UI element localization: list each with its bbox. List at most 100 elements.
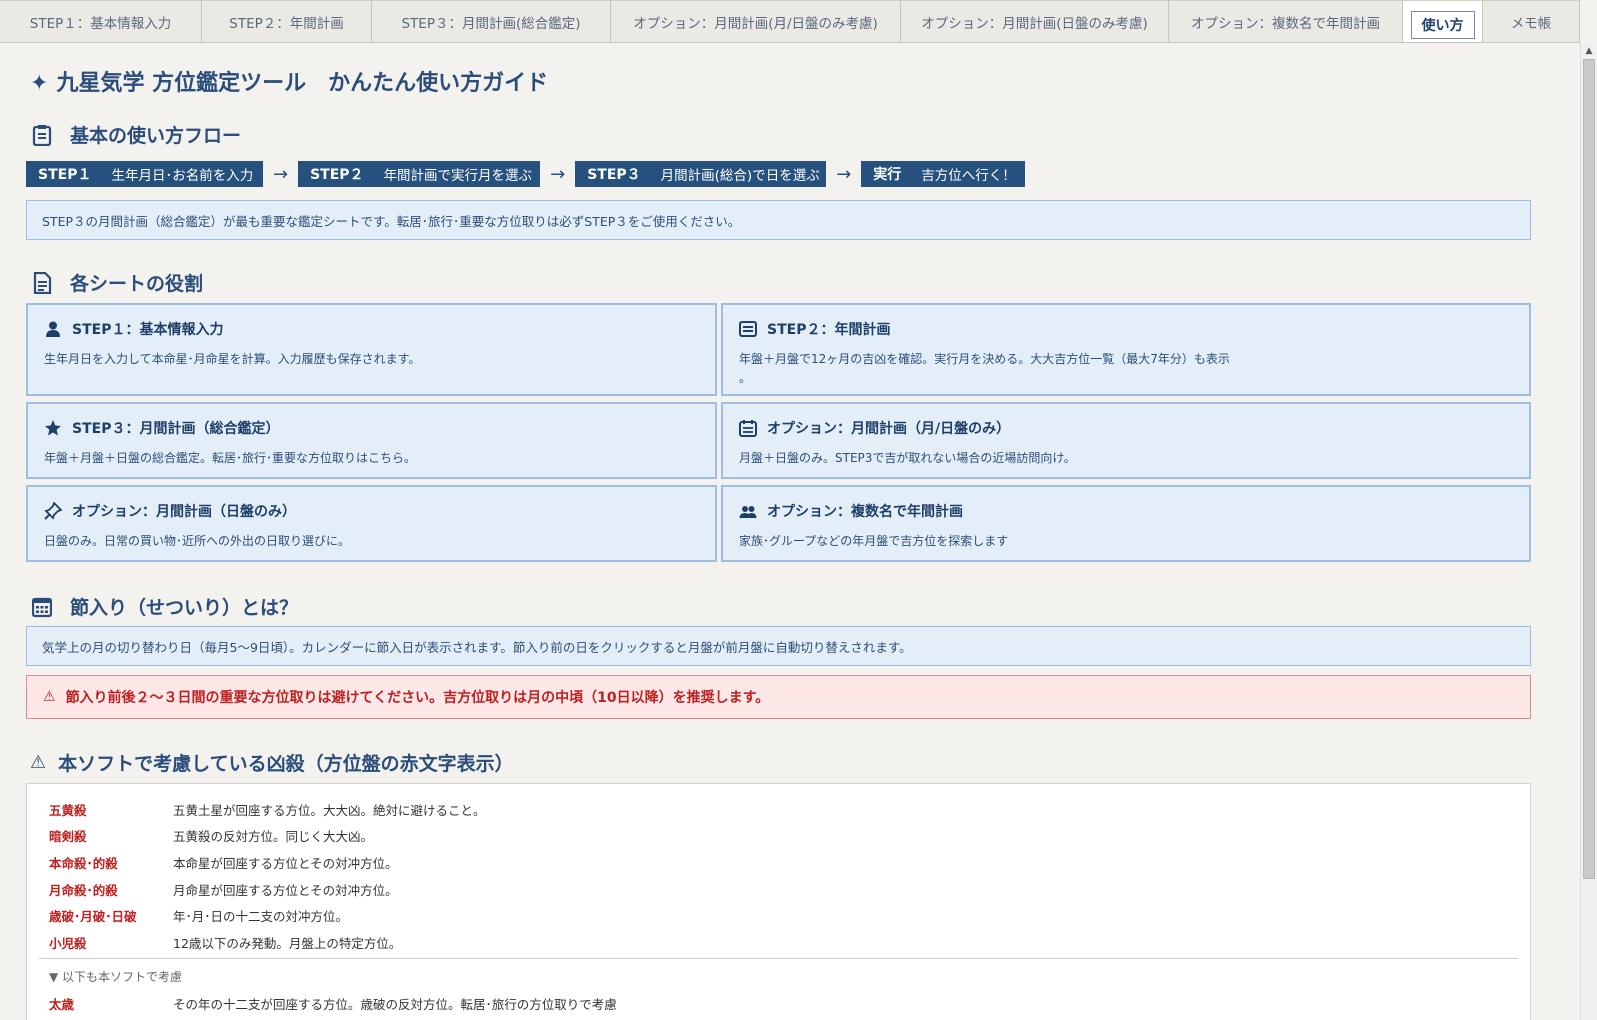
kyousatsu-name: 暗剣殺 [49,829,87,844]
flow-step-1: STEP１ 生年月日･お名前を入力 [26,161,263,187]
card-title: オプション：月間計画（月/日盤のみ） [739,418,1010,438]
step-tag: 実行 [873,167,902,183]
card-desc: 家族･グループなどの年月盤で吉方位を探索します [739,534,1009,548]
pin-icon [44,501,63,520]
list-item: 本命殺･的殺 本命星が回座する方位とその対冲方位。 [49,853,398,872]
card-desc: 年盤＋月盤で12ヶ月の吉凶を確認。実行月を決める。大大吉方位一覧（最大7年分）も… [739,352,1230,385]
page-title-text: 九星気学 方位鑑定ツール かんたん使い方ガイド [56,71,549,96]
step-tag: STEP１ [38,167,92,183]
arrow-right-icon: → [836,163,852,185]
card-title-text: STEP３：月間計画（総合鑑定） [72,421,280,437]
card-desc: 日盤のみ。日常の買い物･近所への外出の日取り選びに。 [44,534,351,548]
card-title: オプション：複数名で年間計画 [739,501,963,521]
step3-note: STEP３の月間計画（総合鑑定）が最も重要な鑑定シートです。転居･旅行･重要な方… [26,200,1531,240]
kyousatsu-name: 本命殺･的殺 [49,856,118,871]
vertical-scrollbar[interactable]: ▲ [1580,43,1597,1020]
expand-more-toggle[interactable]: ▼ 以下も本ソフトで考慮 [49,968,182,985]
divider [39,958,1518,959]
kyousatsu-desc: 五黄土星が回座する方位。大大凶。絶対に避けること。 [173,803,486,818]
card-title-text: オプション：月間計画（日盤のみ） [72,504,296,520]
card-desc: 年盤＋月盤＋日盤の総合鑑定。転居･旅行･重要な方位取りはこちら。 [44,451,417,465]
step-text: 月間計画(総合)で日を選ぶ [660,168,820,184]
section-title-text: 各シートの役割 [70,273,204,295]
setsuiri-warning: ⚠ 節入り前後２～３日間の重要な方位取りは避けてください。吉方位取りは月の中頃（… [26,675,1531,719]
scrollbar-thumb[interactable] [1583,59,1595,879]
kyousatsu-desc: 月命星が回座する方位とその対冲方位。 [173,883,398,898]
kyousatsu-desc: 年･月･日の十二支の対冲方位。 [173,909,349,924]
tab-memo[interactable]: メモ帳 [1483,0,1580,42]
warning-icon: ⚠ [43,689,56,705]
kyousatsu-name: 月命殺･的殺 [49,883,118,898]
arrow-right-icon: → [273,163,289,185]
tab-step1[interactable]: STEP１：基本情報入力 [0,0,202,42]
warning-icon: ⚠ [30,752,47,773]
list-icon [739,320,757,338]
setsuiri-section-title: 節入り（せついり）とは？ [31,593,299,620]
card-option-day: オプション：月間計画（日盤のみ） 日盤のみ。日常の買い物･近所への外出の日取り選… [26,485,717,562]
list-item: 月命殺･的殺 月命星が回座する方位とその対冲方位。 [49,880,398,899]
tab-howto[interactable]: 使い方 [1403,0,1483,42]
card-title-text: オプション：月間計画（月/日盤のみ） [767,421,1011,437]
card-step3: STEP３：月間計画（総合鑑定） 年盤＋月盤＋日盤の総合鑑定。転居･旅行･重要な… [26,402,717,479]
card-title: オプション：月間計画（日盤のみ） [44,501,296,521]
list-item: 小児殺 12歳以下のみ発動。月盤上の特定方位。 [49,933,401,952]
card-title: STEP２：年間計画 [739,319,890,339]
step-text: 吉方位へ行く！ [921,168,1016,184]
tab-label: オプション：月間計画(日盤のみ考慮) [921,15,1148,32]
step-text: 生年月日･お名前を入力 [111,168,254,184]
card-desc: 月盤＋日盤のみ。STEP3で吉が取れない場合の近場訪問向け。 [739,451,1076,465]
card-step1: STEP１：基本情報入力 生年月日を入力して本命星･月命星を計算。入力履歴も保存… [26,303,717,396]
tab-label: STEP３：月間計画(総合鑑定) [401,15,581,32]
star-icon [44,419,62,437]
tab-label: STEP２：年間計画 [229,15,344,32]
sheets-section-title: 各シートの役割 [32,269,203,296]
tab-label: オプション：複数名で年間計画 [1191,15,1380,32]
tab-option-day[interactable]: オプション：月間計画(日盤のみ考慮) [901,0,1169,42]
section-title-text: 節入り（せついり）とは？ [70,597,299,619]
card-option-month-day: オプション：月間計画（月/日盤のみ） 月盤＋日盤のみ。STEP3で吉が取れない場… [721,402,1531,479]
document-icon [32,271,52,294]
tab-step3[interactable]: STEP３：月間計画(総合鑑定) [372,0,611,42]
card-option-multi: オプション：複数名で年間計画 家族･グループなどの年月盤で吉方位を探索します [721,485,1531,562]
kyousatsu-section-title: ⚠ 本ソフトで考慮している凶殺（方位盤の赤文字表示） [30,749,514,776]
step-tag: STEP３ [587,167,641,183]
arrow-right-icon: → [550,163,566,185]
kyousatsu-name: 歳破･月破･日破 [49,909,137,924]
tab-option-month-day[interactable]: オプション：月間計画(月/日盤のみ考慮) [611,0,901,42]
card-desc: 生年月日を入力して本命星･月命星を計算。入力履歴も保存されます。 [44,352,421,366]
note-text: STEP３の月間計画（総合鑑定）が最も重要な鑑定シートです。転居･旅行･重要な方… [42,213,741,229]
flow-step-2: STEP２ 年間計画で実行月を選ぶ [298,161,541,187]
kyousatsu-name: 小児殺 [49,936,87,951]
tab-label: メモ帳 [1510,15,1552,32]
sheet-tab-bar: STEP１：基本情報入力 STEP２：年間計画 STEP３：月間計画(総合鑑定)… [0,0,1580,43]
kyousatsu-desc: 12歳以下のみ発動。月盤上の特定方位。 [173,936,402,951]
calendar-grid-icon [31,596,53,618]
card-title-text: STEP１：基本情報入力 [72,322,224,338]
card-step2: STEP２：年間計画 年盤＋月盤で12ヶ月の吉凶を確認。実行月を決める。大大吉方… [721,303,1531,396]
section-title-text: 基本の使い方フロー [70,125,242,147]
card-title: STEP１：基本情報入力 [44,319,223,339]
kyousatsu-list: 五黄殺 五黄土星が回座する方位。大大凶。絶対に避けること。 暗剣殺 五黄殺の反対方位… [26,783,1531,1020]
tab-option-multi[interactable]: オプション：複数名で年間計画 [1169,0,1403,42]
flow-step-3: STEP３ 月間計画(総合)で日を選ぶ [575,161,827,187]
list-item: 太歳 その年の十二支が回座する方位。歳破の反対方位。転居･旅行の方位取りで考慮 [49,994,617,1013]
flow-step-execute: 実行 吉方位へ行く！ [861,161,1026,187]
tab-label: オプション：月間計画(月/日盤のみ考慮) [633,15,878,32]
step-text: 年間計画で実行月を選ぶ [383,168,533,184]
usage-flow: STEP１ 生年月日･お名前を入力 → STEP２ 年間計画で実行月を選ぶ → ST… [26,161,1026,187]
flow-section-title: 基本の使い方フロー [32,121,241,148]
card-title-text: STEP２：年間計画 [767,322,891,338]
note-text: 気学上の月の切り替わり日（毎月5～9日頃）。カレンダーに節入日が表示されます。節… [42,639,912,655]
kyousatsu-desc: その年の十二支が回座する方位。歳破の反対方位。転居･旅行の方位取りで考慮 [173,997,617,1012]
scroll-up-arrow-icon[interactable]: ▲ [1583,45,1595,57]
calendar-icon [739,419,757,437]
group-icon [739,502,757,520]
card-title-text: オプション：複数名で年間計画 [767,504,963,520]
tab-step2[interactable]: STEP２：年間計画 [202,0,372,42]
step-tag: STEP２ [310,167,364,183]
sparkle-icon: ✦ [30,71,49,96]
guide-content: ✦ 九星気学 方位鑑定ツール かんたん使い方ガイド 基本の使い方フロー STEP１… [0,43,1580,1020]
card-title: STEP３：月間計画（総合鑑定） [44,418,279,438]
kyousatsu-name: 太歳 [49,997,75,1012]
user-icon [44,320,62,338]
